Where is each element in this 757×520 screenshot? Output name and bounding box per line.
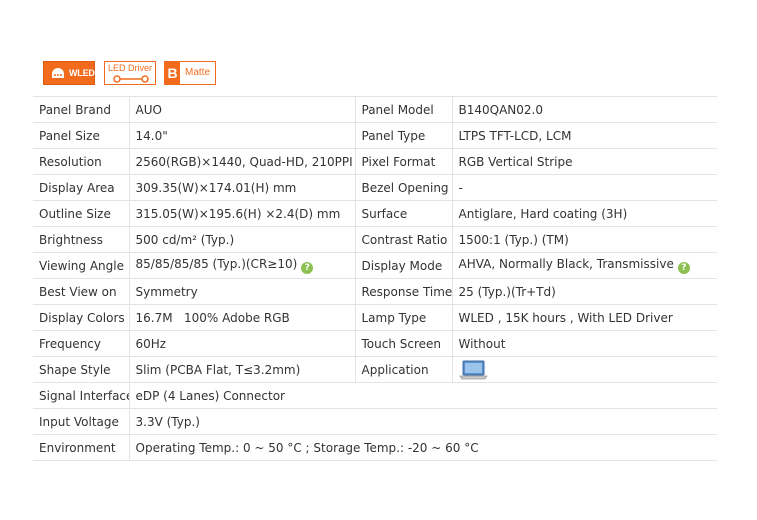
spec-label: Environment [33,434,129,461]
spec-label: Surface [354,200,452,227]
table-row: Display Area 309.35(W)×174.01(H) mm Beze… [33,174,717,201]
spec-value: AHVA, Normally Black, Transmissive [458,257,674,271]
spec-value: 315.05(W)×195.6(H) ×2.4(D) mm [128,200,355,227]
spec-value: 2560(RGB)×1440, Quad-HD, 210PPI [128,148,355,175]
spec-value: - [451,174,717,201]
spec-label: Lamp Type [354,304,452,331]
spec-value: 1500:1 (Typ.) (TM) [451,226,717,253]
spec-label: Brightness [33,226,129,253]
table-row: Display Colors 16.7M 100% Adobe RGB Lamp… [33,304,717,331]
spec-label: Display Colors [33,304,129,331]
spec-label: Contrast Ratio [354,226,452,253]
table-row: Viewing Angle 85/85/85/85 (Typ.)(CR≥10)?… [33,252,717,279]
spec-label: Signal Interface [33,382,129,409]
connector-icon [113,75,149,83]
spec-label: Viewing Angle [33,252,129,279]
table-row: Shape Style Slim (PCBA Flat, T≤3.2mm) Ap… [33,356,717,383]
spec-value: Without [451,330,717,357]
led-driver-badge-label: LED Driver [108,63,153,73]
matte-badge-mark: B [165,62,180,84]
spec-label: Panel Model [354,96,452,123]
spec-value: 14.0" [128,122,355,149]
table-row: Input Voltage 3.3V (Typ.) [33,408,717,435]
spec-label: Outline Size [33,200,129,227]
spec-value: AUO [128,96,355,123]
spec-label: Best View on [33,278,129,305]
help-icon[interactable]: ? [301,262,314,274]
spec-value: Operating Temp.: 0 ~ 50 °C ; Storage Tem… [128,434,717,461]
table-row: Best View on Symmetry Response Time 25 (… [33,278,717,305]
table-row: Outline Size 315.05(W)×195.6(H) ×2.4(D) … [33,200,717,227]
spec-label: Panel Type [354,122,452,149]
table-row: Environment Operating Temp.: 0 ~ 50 °C ;… [33,434,717,461]
spec-label: Response Time [354,278,452,305]
bulb-icon [52,68,64,78]
spec-value-cell: AHVA, Normally Black, Transmissive? [451,252,717,279]
table-row: Frequency 60Hz Touch Screen Without [33,330,717,357]
spec-value: 3.3V (Typ.) [128,408,717,435]
spec-label: Panel Brand [33,96,129,123]
spec-value: 16.7M 100% Adobe RGB [128,304,355,331]
spec-label: Touch Screen [354,330,452,357]
spec-label: Pixel Format [354,148,452,175]
spec-value: LTPS TFT-LCD, LCM [451,122,717,149]
spec-value: Symmetry [128,278,355,305]
table-row: Resolution 2560(RGB)×1440, Quad-HD, 210P… [33,148,717,175]
specs-table: Panel Brand AUO Panel Model B140QAN02.0 … [33,96,717,461]
spec-value-cell [451,356,717,383]
table-row: Panel Brand AUO Panel Model B140QAN02.0 [33,96,717,123]
spec-value: Antiglare, Hard coating (3H) [451,200,717,227]
spec-label: Bezel Opening [354,174,452,201]
led-driver-badge: LED Driver [104,61,156,85]
spec-value: RGB Vertical Stripe [451,148,717,175]
spec-label: Display Mode [354,252,452,279]
spec-label: Frequency [33,330,129,357]
matte-badge-label: Matte [185,67,211,78]
spec-value: B140QAN02.0 [451,96,717,123]
spec-value-cell: 85/85/85/85 (Typ.)(CR≥10)? [128,252,355,279]
spec-value: 25 (Typ.)(Tr+Td) [451,278,717,305]
spec-label: Shape Style [33,356,129,383]
spec-value: 60Hz [128,330,355,357]
spec-label: Input Voltage [33,408,129,435]
spec-value: Slim (PCBA Flat, T≤3.2mm) [128,356,355,383]
spec-value: 309.35(W)×174.01(H) mm [128,174,355,201]
spec-value: 85/85/85/85 (Typ.)(CR≥10) [135,257,298,271]
table-row: Signal Interface eDP (4 Lanes) Connector [33,382,717,409]
spec-value: WLED , 15K hours , With LED Driver [451,304,717,331]
laptop-icon [458,360,488,379]
wled-badge: WLED [43,61,95,85]
table-row: Panel Size 14.0" Panel Type LTPS TFT-LCD… [33,122,717,149]
wled-badge-label: WLED [69,68,95,78]
help-icon[interactable]: ? [677,262,690,274]
table-row: Brightness 500 cd/m² (Typ.) Contrast Rat… [33,226,717,253]
spec-label: Resolution [33,148,129,175]
spec-value: eDP (4 Lanes) Connector [128,382,717,409]
spec-label: Application [354,356,452,383]
spec-label: Display Area [33,174,129,201]
spec-value: 500 cd/m² (Typ.) [128,226,355,253]
matte-badge: B Matte [164,61,216,85]
spec-label: Panel Size [33,122,129,149]
